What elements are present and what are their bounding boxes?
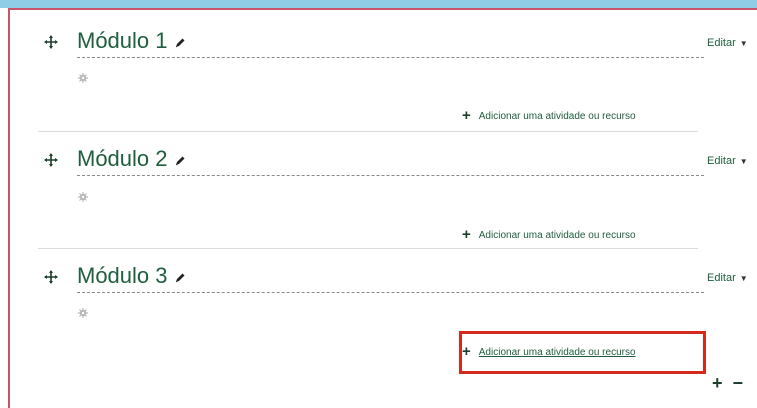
edit-menu[interactable]: Editar ▼ xyxy=(707,155,748,167)
pencil-icon[interactable] xyxy=(174,155,186,167)
edit-menu[interactable]: Editar ▼ xyxy=(707,272,748,284)
edit-menu-label[interactable]: Editar xyxy=(707,37,736,49)
add-activity-link[interactable]: + Adicionar uma atividade ou recurso xyxy=(462,227,636,242)
edit-menu-label[interactable]: Editar xyxy=(707,155,736,167)
move-icon[interactable] xyxy=(44,153,58,167)
plus-icon[interactable]: + xyxy=(462,108,471,123)
top-bar xyxy=(0,0,757,8)
gear-icon xyxy=(78,192,88,202)
section-title-text[interactable]: Módulo 3 xyxy=(77,263,168,288)
section-title-text[interactable]: Módulo 2 xyxy=(77,146,168,171)
plus-icon[interactable]: + xyxy=(462,227,471,242)
title-underline xyxy=(77,175,704,176)
section-divider xyxy=(38,131,698,132)
pencil-icon[interactable] xyxy=(174,37,186,49)
move-icon[interactable] xyxy=(44,270,58,284)
pencil-icon[interactable] xyxy=(174,272,186,284)
caret-down-icon[interactable]: ▼ xyxy=(740,157,748,166)
gear-icon xyxy=(78,308,88,318)
caret-down-icon[interactable]: ▼ xyxy=(740,274,748,283)
section-title[interactable]: Módulo 3 xyxy=(77,263,186,289)
add-activity-label[interactable]: Adicionar uma atividade ou recurso xyxy=(479,230,636,241)
caret-down-icon[interactable]: ▼ xyxy=(740,39,748,48)
section-title[interactable]: Módulo 2 xyxy=(77,146,186,172)
add-activity-link[interactable]: + Adicionar uma atividade ou recurso xyxy=(462,108,636,123)
add-section-button[interactable]: + xyxy=(712,373,723,393)
section-title-text[interactable]: Módulo 1 xyxy=(77,28,168,53)
section-divider xyxy=(38,248,698,249)
title-underline xyxy=(77,292,704,293)
title-underline xyxy=(77,57,704,58)
section-title[interactable]: Módulo 1 xyxy=(77,28,186,54)
add-activity-label[interactable]: Adicionar uma atividade ou recurso xyxy=(479,111,636,122)
edit-menu[interactable]: Editar ▼ xyxy=(707,37,748,49)
remove-section-button[interactable]: − xyxy=(733,373,744,393)
highlight-box xyxy=(459,331,706,374)
gear-icon xyxy=(78,73,88,83)
section-controls: + − xyxy=(712,373,753,394)
move-icon[interactable] xyxy=(44,35,58,49)
edit-menu-label[interactable]: Editar xyxy=(707,272,736,284)
